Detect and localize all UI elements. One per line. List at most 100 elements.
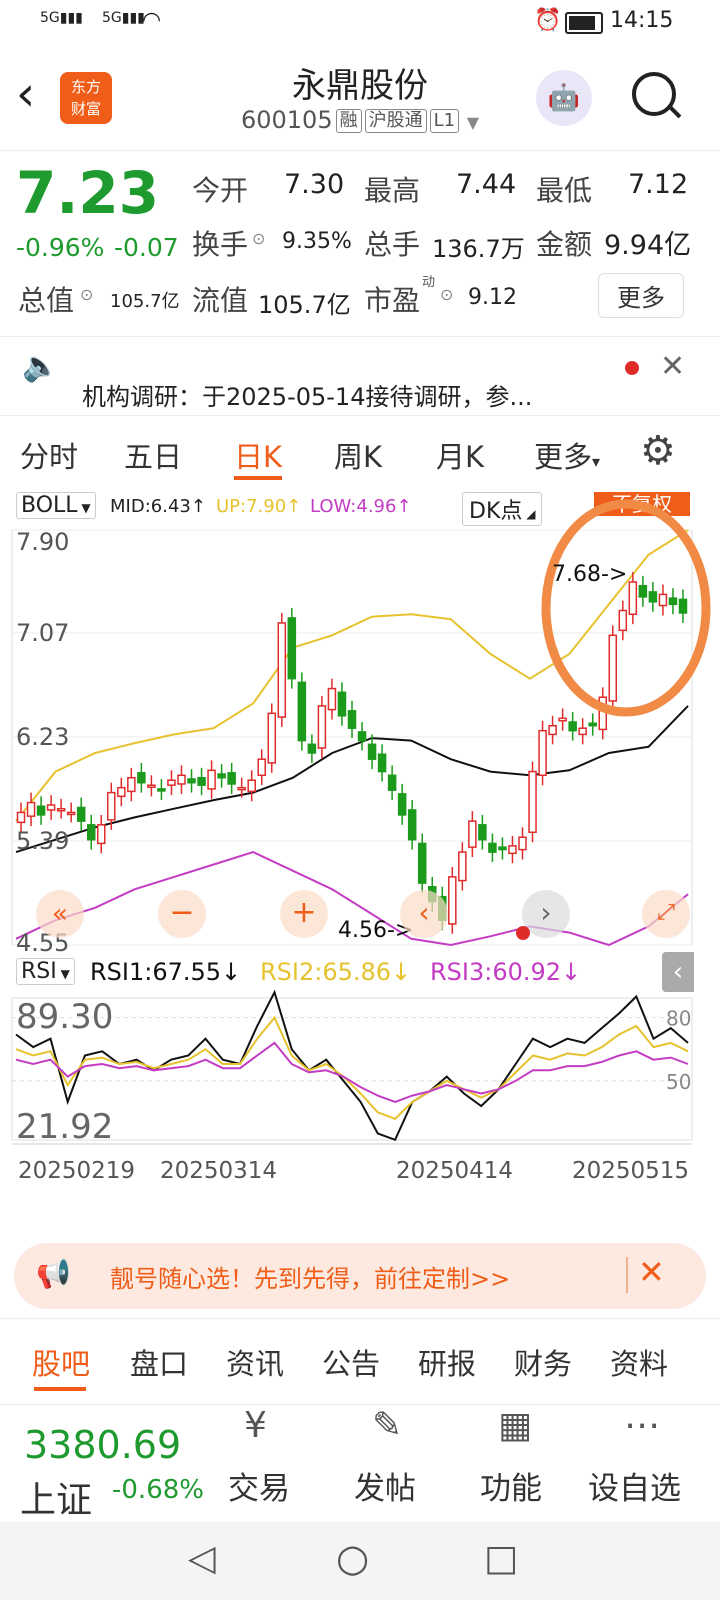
- candle-body: [36, 805, 46, 816]
- tab-finance[interactable]: 财务: [514, 1341, 572, 1383]
- volume-label: 总手: [364, 228, 421, 261]
- nav-home-icon[interactable]: ○: [336, 1536, 369, 1580]
- pe-label: 市盈: [364, 284, 421, 317]
- close-icon[interactable]: ✕: [660, 349, 685, 384]
- content-tabs: 股吧 盘口 资讯 公告 研报 财务 资料: [0, 1318, 720, 1405]
- zoom-out-icon[interactable]: −: [158, 890, 206, 938]
- candle-body: [588, 722, 597, 727]
- fullscreen-icon[interactable]: ⤢: [642, 890, 690, 938]
- edit-post-icon[interactable]: ✎: [372, 1405, 402, 1446]
- tab-monthly-k[interactable]: 月K: [436, 434, 484, 476]
- rsi-selector[interactable]: RSI ▼: [16, 958, 75, 985]
- info-icon[interactable]: ⊙: [80, 285, 93, 304]
- candle-body: [488, 842, 497, 853]
- candle-body: [127, 777, 136, 793]
- rsi-tick-low: 21.92: [16, 1107, 113, 1147]
- candle-body: [137, 772, 146, 784]
- candle-body: [498, 846, 507, 851]
- candle-body: [317, 705, 327, 749]
- candle-body: [618, 609, 628, 632]
- tab-five-day[interactable]: 五日: [124, 434, 182, 476]
- nav-back-icon[interactable]: ◁: [188, 1538, 216, 1579]
- more-dots-icon[interactable]: ⋯: [624, 1405, 660, 1446]
- rsi-panel: 80 50 89.30 21.92: [11, 989, 693, 1147]
- tab-announcements[interactable]: 公告: [322, 1341, 380, 1383]
- turnover-value: 9.35%: [282, 229, 352, 254]
- low-value: 7.12: [628, 169, 689, 200]
- change-value: -0.07: [114, 233, 179, 262]
- robot-avatar-icon[interactable]: 🤖: [536, 70, 592, 126]
- notice-bar[interactable]: 🔈 机构调研：于2025-05-14接待调研，参... ✕: [0, 345, 720, 416]
- candle-body: [257, 758, 266, 777]
- unread-dot: [625, 361, 639, 375]
- candle-body: [538, 729, 547, 777]
- candle-body: [86, 824, 96, 841]
- annotation-high: 7.68->: [552, 562, 628, 587]
- watchlist-label[interactable]: 设自选: [588, 1463, 681, 1508]
- chart-svg: 7.907.076.235.394.55 805089.3021.92 2025…: [11, 499, 711, 1184]
- candle-body: [76, 806, 86, 822]
- rsi-ref-label: 80: [666, 1007, 691, 1031]
- candle-body: [167, 779, 176, 786]
- rsi-ref-label: 50: [666, 1070, 691, 1094]
- zoom-in-icon[interactable]: +: [280, 890, 328, 938]
- candle-body: [267, 712, 277, 764]
- candle-body: [96, 824, 106, 845]
- post-label[interactable]: 发帖: [354, 1463, 416, 1508]
- more-button[interactable]: 更多: [598, 273, 684, 318]
- settings-gear-icon[interactable]: ⚙: [640, 428, 676, 474]
- promo-banner[interactable]: 📢 靓号随心选！先到先得，前往定制>> ✕: [14, 1243, 706, 1309]
- candle-body: [16, 811, 26, 824]
- dropdown-icon[interactable]: ▼: [467, 113, 479, 132]
- index-value[interactable]: 3380.69: [24, 1423, 181, 1467]
- kline-chart[interactable]: BOLL ▼ MID:6.43↑ UP:7.90↑ LOW:4.96↑ DK点 …: [0, 490, 720, 1230]
- tab-intraday[interactable]: 分时: [20, 434, 78, 476]
- candle-body: [578, 727, 587, 736]
- candle-body: [177, 774, 186, 785]
- candle-body: [628, 581, 638, 615]
- close-icon[interactable]: ✕: [638, 1253, 665, 1291]
- grid-function-icon[interactable]: ▦: [498, 1405, 532, 1446]
- tab-pankou[interactable]: 盘口: [130, 1341, 188, 1383]
- clock: 14:15: [610, 8, 674, 33]
- tab-more[interactable]: 更多▾: [534, 434, 600, 476]
- footer-toolbar: 3380.69 上证 -0.68% ¥ 交易 ✎ 发帖 ▦ 功能 ⋯ 设自选: [0, 1404, 720, 1523]
- tab-guba[interactable]: 股吧: [32, 1341, 90, 1383]
- period-tabs: 分时 五日 日K 周K 月K 更多▾ ⚙: [0, 420, 720, 490]
- mktcap-label: 总值: [18, 284, 75, 317]
- candle-body: [217, 773, 226, 779]
- yen-trade-icon[interactable]: ¥: [244, 1405, 267, 1446]
- nav-recents-icon[interactable]: □: [484, 1538, 518, 1579]
- candle-body: [638, 584, 648, 598]
- date-tick-label: 20250219: [18, 1158, 135, 1184]
- candle-body: [387, 774, 397, 791]
- date-tick-label: 20250314: [160, 1158, 277, 1184]
- current-price: 7.23: [16, 159, 160, 227]
- signal-icon-2: 5G▮▮▮: [102, 10, 145, 26]
- change-pct: -0.96%: [16, 233, 105, 262]
- candle-body: [357, 731, 367, 742]
- scroll-left-icon[interactable]: «: [36, 890, 84, 938]
- function-label[interactable]: 功能: [480, 1463, 542, 1508]
- signal-icon: 5G▮▮▮: [40, 10, 83, 26]
- tab-daily-k[interactable]: 日K: [234, 434, 282, 476]
- info-icon[interactable]: ⊙: [440, 285, 453, 304]
- turnover-label: 换手: [192, 228, 249, 261]
- candle-body: [367, 743, 377, 760]
- active-tab-indicator: [234, 476, 282, 480]
- tab-research[interactable]: 研报: [418, 1341, 476, 1383]
- collapse-panel-icon[interactable]: ‹: [662, 952, 694, 992]
- info-icon[interactable]: ⊙: [252, 229, 265, 248]
- candle-body: [307, 743, 317, 754]
- tab-news[interactable]: 资讯: [226, 1341, 284, 1383]
- megaphone-icon: 📢: [36, 1257, 71, 1290]
- tab-weekly-k[interactable]: 周K: [334, 434, 382, 476]
- date-tick-label: 20250414: [396, 1158, 513, 1184]
- search-icon[interactable]: [632, 72, 682, 119]
- promo-text: 靓号随心选！先到先得，前往定制>>: [110, 1265, 511, 1293]
- tag-connect: 沪股通: [364, 109, 427, 133]
- tag-margin: 融: [335, 109, 362, 133]
- trade-label[interactable]: 交易: [228, 1463, 290, 1508]
- prev-icon[interactable]: ‹: [400, 890, 448, 938]
- tab-profile[interactable]: 资料: [610, 1341, 668, 1383]
